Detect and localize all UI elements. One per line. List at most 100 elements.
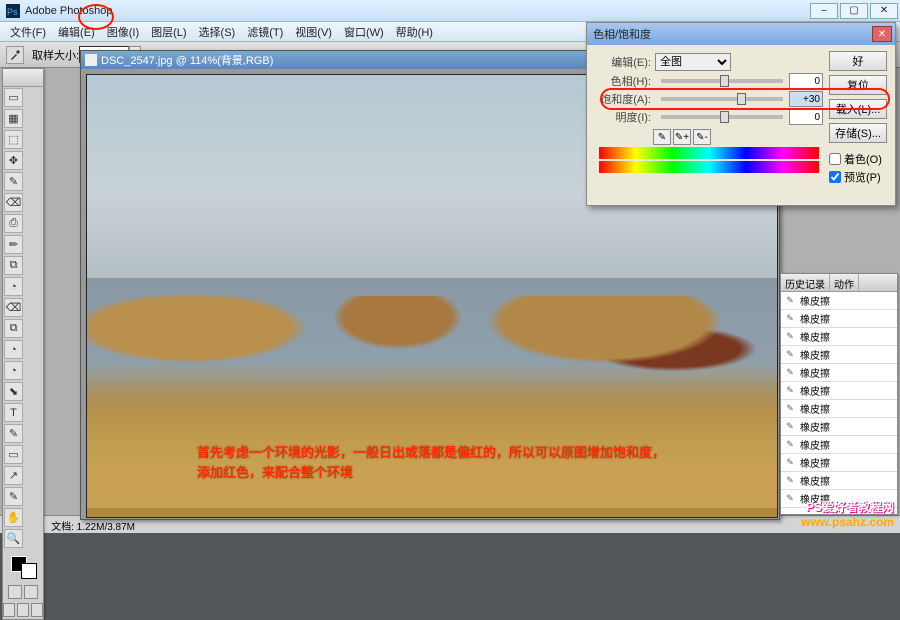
tool-zoom[interactable]: 🔍 — [4, 529, 23, 548]
tool-slice[interactable]: ⌫ — [4, 193, 23, 212]
menu-view[interactable]: 视图(V) — [289, 22, 338, 42]
eyedropper-sub-icon[interactable]: ✎- — [693, 129, 711, 145]
history-list[interactable]: ✎橡皮擦✎橡皮擦✎橡皮擦✎橡皮擦✎橡皮擦✎橡皮擦✎橡皮擦✎橡皮擦✎橡皮擦✎橡皮擦… — [781, 292, 897, 514]
edit-select[interactable]: 全图 — [655, 53, 731, 71]
colorize-checkbox[interactable]: 着色(O) — [829, 151, 887, 167]
history-item[interactable]: ✎橡皮擦 — [781, 454, 897, 472]
tool-path[interactable]: ⬊ — [4, 382, 23, 401]
menu-select[interactable]: 选择(S) — [193, 22, 242, 42]
menu-help[interactable]: 帮助(H) — [390, 22, 439, 42]
sample-size-label: 取样大小: — [32, 47, 79, 63]
tool-hand[interactable]: ✋ — [4, 508, 23, 527]
tool-type[interactable]: T — [4, 403, 23, 422]
tool-notes[interactable]: ↗ — [4, 466, 23, 485]
tool-move[interactable]: ▦ — [4, 109, 23, 128]
tool-shape[interactable]: ▭ — [4, 445, 23, 464]
history-item[interactable]: ✎橡皮擦 — [781, 382, 897, 400]
eraser-icon: ✎ — [783, 438, 797, 452]
menu-layer[interactable]: 图层(L) — [145, 22, 192, 42]
tool-eraser[interactable]: ⌫ — [4, 298, 23, 317]
menu-file[interactable]: 文件(F) — [4, 22, 52, 42]
close-button[interactable]: ✕ — [870, 3, 898, 19]
cancel-button[interactable]: 复位 — [829, 75, 887, 95]
document-icon — [85, 54, 97, 66]
history-item[interactable]: ✎橡皮擦 — [781, 400, 897, 418]
eyedropper-add-icon[interactable]: ✎+ — [673, 129, 691, 145]
color-swatches[interactable] — [3, 549, 43, 583]
dialog-titlebar[interactable]: 色相/饱和度 ✕ — [587, 23, 895, 45]
tool-brush[interactable]: ✏ — [4, 235, 23, 254]
hue-input[interactable] — [789, 73, 823, 89]
screen-mode-1[interactable] — [3, 603, 15, 617]
eraser-icon: ✎ — [783, 348, 797, 362]
watermark-line1: PS爱好者教程网 — [801, 498, 894, 515]
history-item[interactable]: ✎橡皮擦 — [781, 364, 897, 382]
menu-edit[interactable]: 编辑(E) — [52, 22, 101, 42]
history-item[interactable]: ✎橡皮擦 — [781, 418, 897, 436]
saturation-input[interactable] — [789, 91, 823, 107]
tool-wand[interactable]: ✥ — [4, 151, 23, 170]
preview-checkbox[interactable]: 预览(P) — [829, 169, 887, 185]
tab-actions[interactable]: 动作 — [830, 274, 859, 291]
load-button[interactable]: 载入(L)... — [829, 99, 887, 119]
hue-spectrum-bar — [599, 147, 819, 159]
screen-mode-2[interactable] — [17, 603, 29, 617]
history-item[interactable]: ✎橡皮擦 — [781, 310, 897, 328]
edit-mode-standard[interactable] — [8, 585, 22, 599]
tool-dodge[interactable]: ◔ — [4, 361, 23, 380]
annotation-text-line2: 添加红色，来配合整个环境 — [197, 462, 353, 481]
lightness-slider[interactable] — [661, 115, 783, 119]
edit-label: 编辑(E): — [595, 54, 651, 70]
tool-stamp[interactable]: ⧉ — [4, 256, 23, 275]
eyedropper-set-icon[interactable]: ✎ — [653, 129, 671, 145]
saturation-slider[interactable] — [661, 97, 783, 101]
tool-lasso[interactable]: ⬚ — [4, 130, 23, 149]
tool-crop[interactable]: ✎ — [4, 172, 23, 191]
eraser-icon: ✎ — [783, 474, 797, 488]
minimize-button[interactable]: – — [810, 3, 838, 19]
tool-heal[interactable]: ⎙ — [4, 214, 23, 233]
tool-marquee[interactable]: ▭ — [4, 88, 23, 107]
maximize-button[interactable]: ▢ — [840, 3, 868, 19]
menu-image[interactable]: 图像(I) — [101, 22, 145, 42]
edit-mode-quickmask[interactable] — [24, 585, 38, 599]
background-color[interactable] — [21, 563, 37, 579]
saturation-label: 饱和度(A): — [595, 91, 651, 107]
hue-slider[interactable] — [661, 79, 783, 83]
tool-pen[interactable]: ✎ — [4, 424, 23, 443]
lightness-label: 明度(I): — [595, 109, 651, 125]
dialog-close-button[interactable]: ✕ — [872, 26, 892, 42]
lightness-input[interactable] — [789, 109, 823, 125]
history-item[interactable]: ✎橡皮擦 — [781, 292, 897, 310]
app-logo-icon: Ps — [6, 4, 20, 18]
tool-blur[interactable]: ◔ — [4, 340, 23, 359]
history-item[interactable]: ✎橡皮擦 — [781, 328, 897, 346]
tool-gradient[interactable]: ⧉ — [4, 319, 23, 338]
tool-eyedropper[interactable]: ✎ — [4, 487, 23, 506]
history-item[interactable]: ✎橡皮擦 — [781, 472, 897, 490]
history-item[interactable]: ✎橡皮擦 — [781, 346, 897, 364]
eyedropper-icon — [6, 46, 24, 64]
history-panel: 历史记录 动作 ✎橡皮擦✎橡皮擦✎橡皮擦✎橡皮擦✎橡皮擦✎橡皮擦✎橡皮擦✎橡皮擦… — [780, 273, 898, 515]
annotation-text-line1: 首先考虑一个环境的光影，一般日出或落都是偏红的，所以可以原图增加饱和度， — [197, 442, 665, 461]
save-button[interactable]: 存储(S)... — [829, 123, 887, 143]
toolbox: ▭ ▦ ⬚ ✥ ✎ ⌫ ⎙ ✏ ⧉ ◔ ⌫ ⧉ ◔ ◔ ⬊ T ✎ ▭ ↗ ✎ … — [2, 68, 44, 620]
tab-history[interactable]: 历史记录 — [781, 274, 830, 291]
ok-button[interactable]: 好 — [829, 51, 887, 71]
document-title: DSC_2547.jpg @ 114%(背景,RGB) — [101, 52, 273, 68]
eraser-icon: ✎ — [783, 420, 797, 434]
title-bar: Ps Adobe Photoshop – ▢ ✕ — [0, 0, 900, 22]
eraser-icon: ✎ — [783, 366, 797, 380]
history-item[interactable]: ✎橡皮擦 — [781, 436, 897, 454]
eraser-icon: ✎ — [783, 330, 797, 344]
menu-window[interactable]: 窗口(W) — [338, 22, 390, 42]
hue-saturation-dialog: 色相/饱和度 ✕ 编辑(E): 全图 色相(H): 饱和度(A): — [586, 22, 896, 206]
tool-history-brush[interactable]: ◔ — [4, 277, 23, 296]
eraser-icon: ✎ — [783, 456, 797, 470]
eraser-icon: ✎ — [783, 402, 797, 416]
screen-mode-3[interactable] — [31, 603, 43, 617]
doc-info: 文档: 1.22M/3.87M — [51, 522, 135, 533]
svg-text:Ps: Ps — [7, 7, 18, 17]
menu-filter[interactable]: 滤镜(T) — [241, 22, 289, 42]
eraser-icon: ✎ — [783, 312, 797, 326]
